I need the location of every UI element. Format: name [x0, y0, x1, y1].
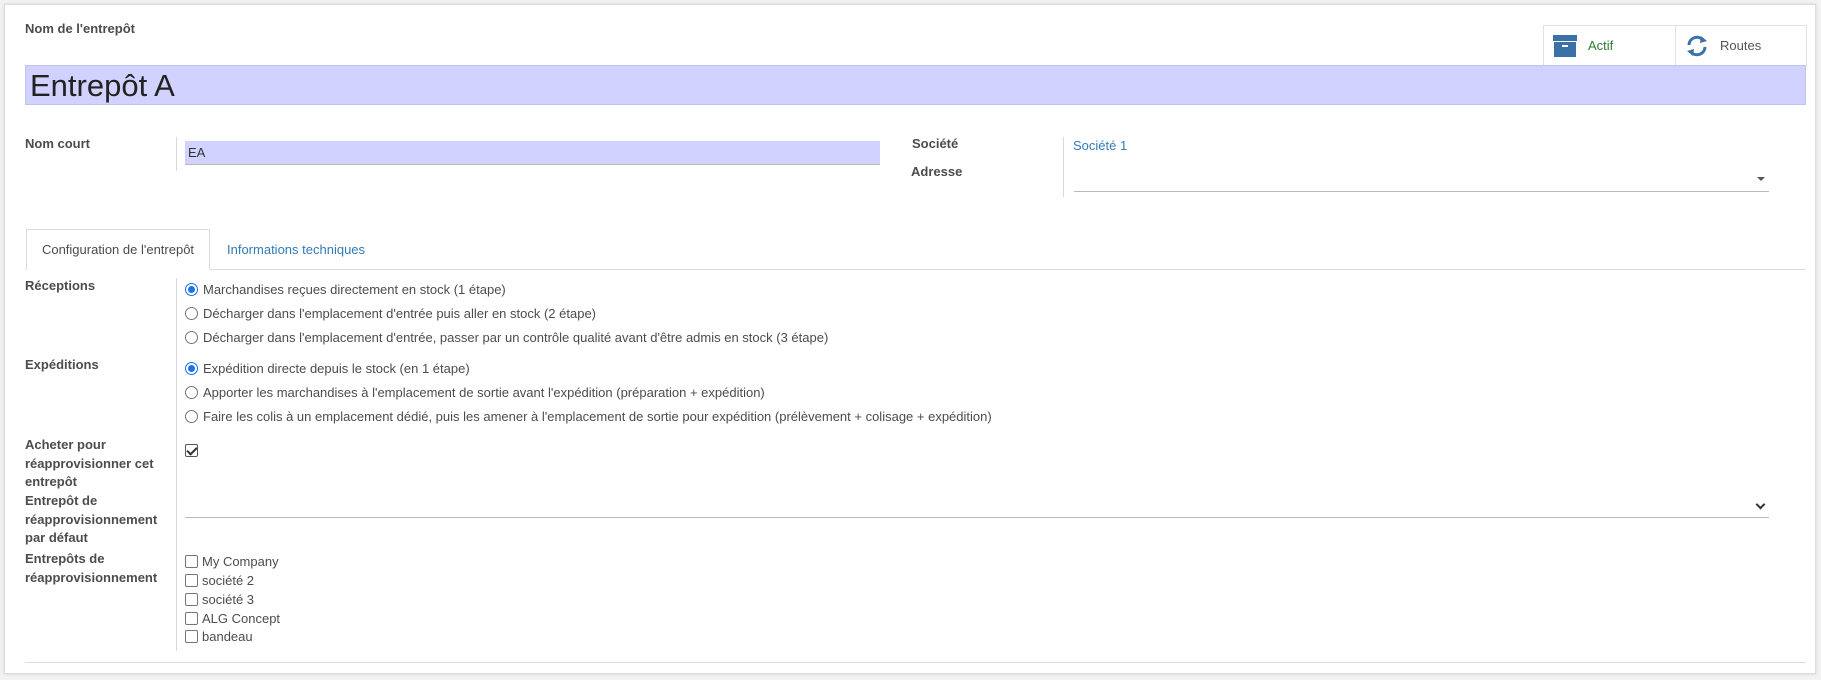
buy-resupply-checkbox[interactable] [185, 444, 198, 457]
label-line: par défaut [25, 530, 88, 545]
checkbox[interactable] [185, 629, 198, 643]
radio-selected[interactable] [185, 282, 198, 296]
reception-option-label: Marchandises reçues directement en stock… [203, 281, 506, 297]
buy-resupply-checkbox-wrap [185, 444, 198, 457]
radio[interactable] [185, 385, 198, 399]
resupply-option[interactable]: ALG Concept [185, 609, 280, 627]
bottom-divider [25, 662, 1806, 663]
reception-option-label: Décharger dans l'emplacement d'entrée, p… [203, 329, 829, 345]
reception-option-2[interactable]: Décharger dans l'emplacement d'entrée pu… [185, 303, 596, 323]
receptions-label: Réceptions [25, 278, 96, 293]
active-toggle-button[interactable]: Actif [1544, 26, 1675, 65]
address-label: Adresse [911, 164, 963, 179]
tab-technical-information[interactable]: Informations techniques [213, 229, 379, 270]
resupply-option[interactable]: My Company [185, 552, 279, 570]
resupply-option-label: société 2 [202, 572, 255, 588]
checkbox[interactable] [185, 554, 198, 568]
form-sheet: Nom de l'entrepôt Actif Routes Entrepôt … [4, 4, 1816, 674]
chevron-down-icon [1755, 499, 1766, 510]
warehouse-name-label: Nom de l'entrepôt [25, 21, 135, 36]
resupply-warehouses-label: Entrepôts de réapprovisionnement [25, 550, 157, 587]
reception-option-3[interactable]: Décharger dans l'emplacement d'entrée, p… [185, 327, 828, 347]
buy-resupply-label: Acheter pour réapprovisionner cet entrep… [25, 436, 154, 492]
routes-button-label: Routes [1720, 38, 1762, 53]
smart-buttons: Actif Routes [1543, 25, 1807, 66]
expedition-option-2[interactable]: Apporter les marchandises à l'emplacemen… [185, 382, 765, 402]
short-name-input[interactable]: EA [185, 141, 880, 165]
label-line: réapprovisionnement [25, 511, 158, 527]
caret-down-icon [1757, 177, 1765, 181]
divider [176, 278, 177, 651]
checkbox[interactable] [185, 573, 198, 587]
resupply-option-label: société 3 [202, 591, 255, 607]
refresh-icon [1687, 35, 1707, 56]
radio[interactable] [185, 409, 198, 423]
active-button-label: Actif [1588, 38, 1614, 53]
reception-option-1[interactable]: Marchandises reçues directement en stock… [185, 279, 506, 299]
label-line: entrepôt [25, 474, 77, 489]
expedition-option-label: Faire les colis à un emplacement dédié, … [203, 408, 992, 424]
divider [1063, 137, 1064, 197]
expeditions-label: Expéditions [25, 357, 99, 372]
warehouse-name-field[interactable]: Entrepôt A [25, 65, 1806, 105]
radio[interactable] [185, 306, 198, 320]
expedition-option-label: Apporter les marchandises à l'emplacemen… [203, 384, 765, 400]
resupply-option[interactable]: bandeau [185, 627, 253, 645]
label-line: réapprovisionner cet [25, 455, 154, 471]
address-select[interactable] [1074, 170, 1769, 192]
resupply-option[interactable]: société 3 [185, 590, 254, 608]
radio-selected[interactable] [185, 361, 198, 375]
default-resupply-label: Entrepôt de réapprovisionnement par défa… [25, 492, 157, 548]
resupply-option[interactable]: société 2 [185, 571, 254, 589]
company-link[interactable]: Société 1 [1073, 138, 1127, 153]
checkbox[interactable] [185, 611, 198, 625]
tab-warehouse-configuration[interactable]: Configuration de l'entrepôt [26, 229, 210, 270]
label-line: réapprovisionnement [25, 569, 158, 585]
routes-button[interactable]: Routes [1675, 26, 1806, 65]
company-label: Société [912, 136, 959, 151]
short-name-label: Nom court [25, 136, 90, 151]
label-line: Entrepôt de [25, 493, 98, 508]
radio[interactable] [185, 330, 198, 344]
archive-icon [1553, 34, 1577, 57]
reception-option-label: Décharger dans l'emplacement d'entrée pu… [203, 305, 597, 321]
checkbox[interactable] [185, 592, 198, 606]
expedition-option-label: Expédition directe depuis le stock (en 1… [203, 360, 470, 376]
resupply-option-label: bandeau [202, 628, 253, 644]
resupply-option-label: ALG Concept [202, 610, 281, 626]
label-line: Acheter pour [25, 437, 106, 452]
expedition-option-3[interactable]: Faire les colis à un emplacement dédié, … [185, 406, 992, 426]
default-resupply-select[interactable] [185, 496, 1769, 518]
warehouse-name-value: Entrepôt A [30, 68, 175, 103]
divider [176, 137, 177, 171]
label-line: Entrepôts de [25, 551, 105, 566]
expedition-option-1[interactable]: Expédition directe depuis le stock (en 1… [185, 358, 470, 378]
resupply-option-label: My Company [202, 553, 279, 569]
